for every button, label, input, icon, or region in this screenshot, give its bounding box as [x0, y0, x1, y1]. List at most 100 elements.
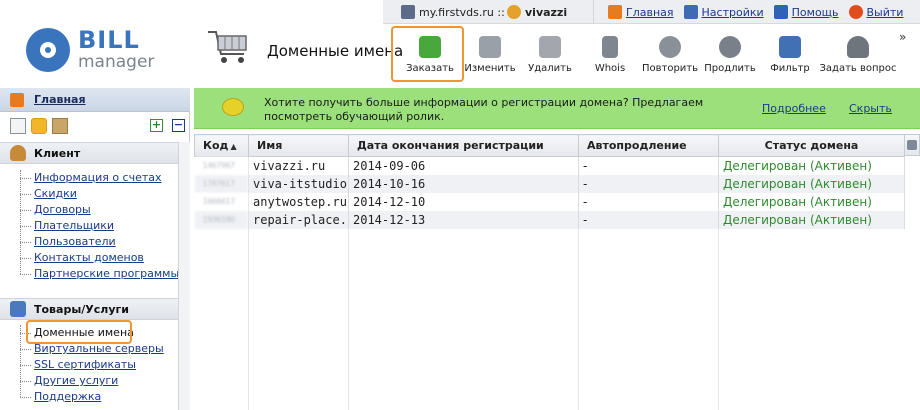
table-settings-icon — [907, 140, 917, 150]
briefcase-icon[interactable] — [52, 118, 68, 134]
collapse-all-button[interactable]: − — [172, 119, 185, 132]
promo-more-link[interactable]: Подробнее — [762, 102, 826, 115]
promo-hide-link[interactable]: Скрыть — [849, 102, 892, 115]
expand-all-button[interactable]: + — [150, 119, 163, 132]
user-icon — [507, 5, 521, 19]
top-link-settings[interactable]: Настройки — [683, 5, 764, 19]
top-link-home[interactable]: Главная — [608, 5, 674, 19]
help-icon — [773, 5, 788, 19]
delete-button[interactable]: Удалить — [520, 30, 580, 78]
sidebar-item-domain-contacts[interactable]: Контакты доменов — [20, 250, 180, 266]
sidebar-item-contracts[interactable]: Договоры — [20, 202, 180, 218]
sidebar-section-client[interactable]: Клиент — [0, 142, 178, 164]
repeat-button[interactable]: Повторить — [640, 30, 700, 78]
cell-status: Делегирован (Активен) — [718, 156, 905, 175]
settings-icon — [683, 5, 698, 19]
cell-autorenew: - — [578, 192, 719, 211]
support-person-icon — [847, 36, 869, 58]
cell-name: repair-place.ru — [248, 210, 349, 229]
sidebar-section-client-label: Клиент — [34, 146, 81, 160]
ask-question-button-label: Задать вопрос — [819, 63, 897, 74]
whois-button-label: Whois — [594, 63, 626, 74]
logo-mark-icon — [26, 28, 70, 72]
column-settings-button[interactable] — [904, 134, 920, 156]
sidebar-item-ssl-certificates[interactable]: SSL сертификаты — [20, 357, 180, 373]
column-header-code[interactable]: Код ▲ — [194, 134, 249, 157]
whois-button[interactable]: Whois — [580, 30, 640, 78]
sidebar-item-partner-programs[interactable]: Партнерские программы — [20, 266, 180, 282]
cell-code: 1467967 — [194, 156, 249, 175]
page-title: Доменные имена — [267, 42, 404, 60]
exit-icon — [848, 5, 863, 19]
top-link-exit[interactable]: Выйти — [848, 5, 903, 19]
sidebar-item-billing-info[interactable]: Информация о счетах — [20, 170, 180, 186]
promo-text: Хотите получить больше информации о реги… — [264, 96, 704, 123]
cell-code: 1936180 — [194, 210, 249, 229]
logo-text-manager: manager — [78, 52, 155, 72]
cell-autorenew: - — [578, 174, 719, 193]
column-header-autorenew[interactable]: Автопродление — [578, 134, 719, 157]
cell-expires: 2014-09-06 — [348, 156, 579, 175]
table-row[interactable]: 1666617 anytwostep.ru 2014-12-10 - Делег… — [194, 192, 905, 211]
sidebar-item-discounts[interactable]: Скидки — [20, 186, 180, 202]
whois-icon — [602, 36, 618, 58]
column-header-name[interactable]: Имя — [248, 134, 349, 157]
order-highlight-frame — [391, 26, 464, 82]
sidebar-item-payers[interactable]: Плательщики — [20, 218, 180, 234]
sidebar-section-goods[interactable]: Товары/Услуги — [0, 298, 178, 320]
home-icon — [608, 5, 622, 19]
sidebar-item-support[interactable]: Поддержка — [20, 389, 180, 405]
sidebar-section-goods-label: Товары/Услуги — [34, 302, 129, 316]
edit-button-label: Изменить — [464, 63, 516, 74]
domains-table-container: Код ▲ Имя Дата окончания регистрации Авто… — [194, 134, 920, 229]
cell-name: vivazzi.ru — [248, 156, 349, 175]
edit-icon — [479, 36, 501, 58]
top-link-help-label: Помощь — [791, 5, 839, 19]
list-view-icon[interactable] — [10, 118, 26, 134]
table-grid-lines — [248, 228, 719, 410]
ask-question-button[interactable]: Задать вопрос — [819, 30, 897, 78]
home-icon — [10, 92, 24, 107]
divider — [593, 0, 594, 24]
edit-button[interactable]: Изменить — [460, 30, 520, 78]
column-header-autorenew-label: Автопродление — [587, 139, 687, 152]
user-indicator[interactable]: vivazzi — [507, 0, 567, 24]
sidebar: Главная + − Клиент Информация о счетах С… — [0, 88, 190, 410]
table-row[interactable]: 1787617 viva-itstudio.ru 2014-10-16 - Де… — [194, 174, 905, 193]
table-row[interactable]: 1936180 repair-place.ru 2014-12-13 - Дел… — [194, 210, 905, 229]
column-header-code-label: Код — [203, 139, 229, 152]
cell-name: anytwostep.ru — [248, 192, 349, 211]
renew-button[interactable]: Продлить — [700, 30, 760, 78]
sidebar-item-users[interactable]: Пользователи — [20, 234, 180, 250]
table-row[interactable]: 1467967 vivazzi.ru 2014-09-06 - Делегиро… — [194, 156, 905, 175]
star-icon[interactable] — [31, 118, 47, 134]
column-header-expires[interactable]: Дата окончания регистрации — [348, 134, 579, 157]
sidebar-item-other-services[interactable]: Другие услуги — [20, 373, 180, 389]
client-menu: Информация о счетах Скидки Договоры Плат… — [20, 170, 180, 282]
cell-status: Делегирован (Активен) — [718, 174, 905, 193]
cell-code: 1666617 — [194, 192, 249, 211]
column-header-name-label: Имя — [257, 139, 283, 152]
top-link-help[interactable]: Помощь — [773, 5, 839, 19]
sort-ascending-icon: ▲ — [230, 142, 237, 151]
filter-icon — [779, 36, 801, 58]
toolbar-more-button[interactable]: » — [899, 30, 906, 44]
top-links: Главная Настройки Помощь Выйти — [608, 0, 913, 24]
sidebar-home[interactable]: Главная — [0, 88, 190, 112]
billmanager-logo[interactable]: BILL manager — [26, 24, 176, 74]
column-header-expires-label: Дата окончания регистрации — [357, 139, 544, 152]
column-header-status[interactable]: Статус домена — [718, 134, 905, 157]
top-link-home-label: Главная — [626, 5, 674, 19]
cell-expires: 2014-12-13 — [348, 210, 579, 229]
filter-button[interactable]: Фильтр — [760, 30, 820, 78]
sidebar-scrollbar[interactable] — [178, 142, 190, 410]
top-link-settings-label: Настройки — [701, 5, 764, 19]
cell-code: 1787617 — [194, 174, 249, 193]
cell-status: Делегирован (Активен) — [718, 210, 905, 229]
cell-expires: 2014-10-16 — [348, 174, 579, 193]
repeat-button-label: Повторить — [641, 63, 699, 74]
calculator-icon — [401, 5, 415, 19]
clock-icon — [719, 36, 741, 58]
site-indicator: my.firstvds.ru :: — [401, 0, 505, 24]
site-label: my.firstvds.ru :: — [419, 5, 505, 19]
